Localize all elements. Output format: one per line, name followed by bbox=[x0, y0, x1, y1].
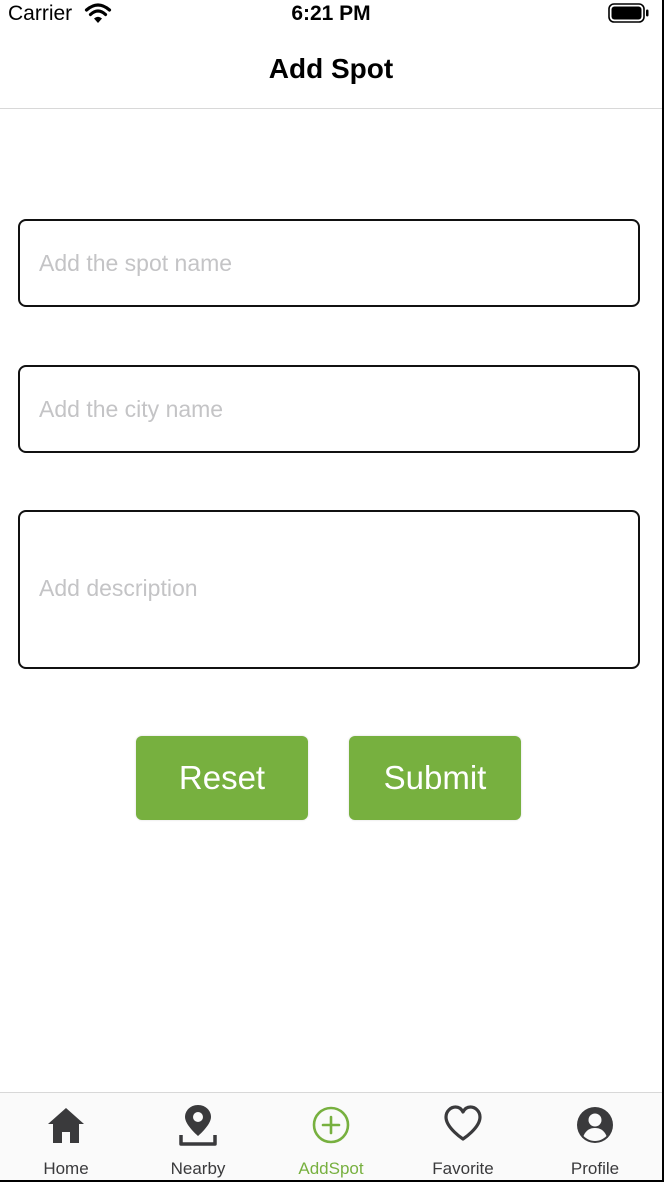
submit-button[interactable]: Submit bbox=[349, 736, 521, 820]
tab-favorite[interactable]: Favorite bbox=[397, 1093, 529, 1181]
tab-label: Home bbox=[43, 1159, 89, 1178]
tab-profile[interactable]: Profile bbox=[529, 1093, 661, 1181]
plus-circle-icon bbox=[312, 1106, 350, 1144]
description-field[interactable] bbox=[18, 510, 640, 669]
tab-label: AddSpot bbox=[298, 1159, 364, 1178]
description-input[interactable] bbox=[39, 572, 638, 607]
spot-name-field[interactable] bbox=[18, 219, 640, 307]
tab-label: Favorite bbox=[432, 1159, 494, 1178]
app-screen: Carrier 6:21 PM Add Spot Reset Submit Ho… bbox=[0, 0, 664, 1182]
nav-header: Add Spot bbox=[0, 30, 662, 109]
tab-home[interactable]: Home bbox=[0, 1093, 132, 1181]
spot-name-input[interactable] bbox=[39, 249, 638, 277]
tab-bar: Home Nearby AddSpot Favorite Profile bbox=[0, 1092, 662, 1180]
tab-label: Profile bbox=[570, 1159, 620, 1178]
tab-label: Nearby bbox=[170, 1159, 226, 1178]
battery-icon bbox=[608, 3, 649, 23]
user-circle-icon bbox=[577, 1107, 613, 1143]
status-time: 6:21 PM bbox=[291, 2, 371, 25]
city-name-field[interactable] bbox=[18, 365, 640, 453]
page-title: Add Spot bbox=[268, 53, 394, 84]
home-icon bbox=[48, 1108, 84, 1143]
reset-button[interactable]: Reset bbox=[136, 736, 308, 820]
city-name-input[interactable] bbox=[39, 395, 638, 423]
tab-addspot[interactable]: AddSpot bbox=[265, 1093, 397, 1181]
map-pin-icon bbox=[179, 1105, 217, 1146]
status-bar: Carrier 6:21 PM bbox=[0, 0, 662, 30]
tab-nearby[interactable]: Nearby bbox=[132, 1093, 264, 1181]
heart-icon bbox=[444, 1105, 482, 1141]
